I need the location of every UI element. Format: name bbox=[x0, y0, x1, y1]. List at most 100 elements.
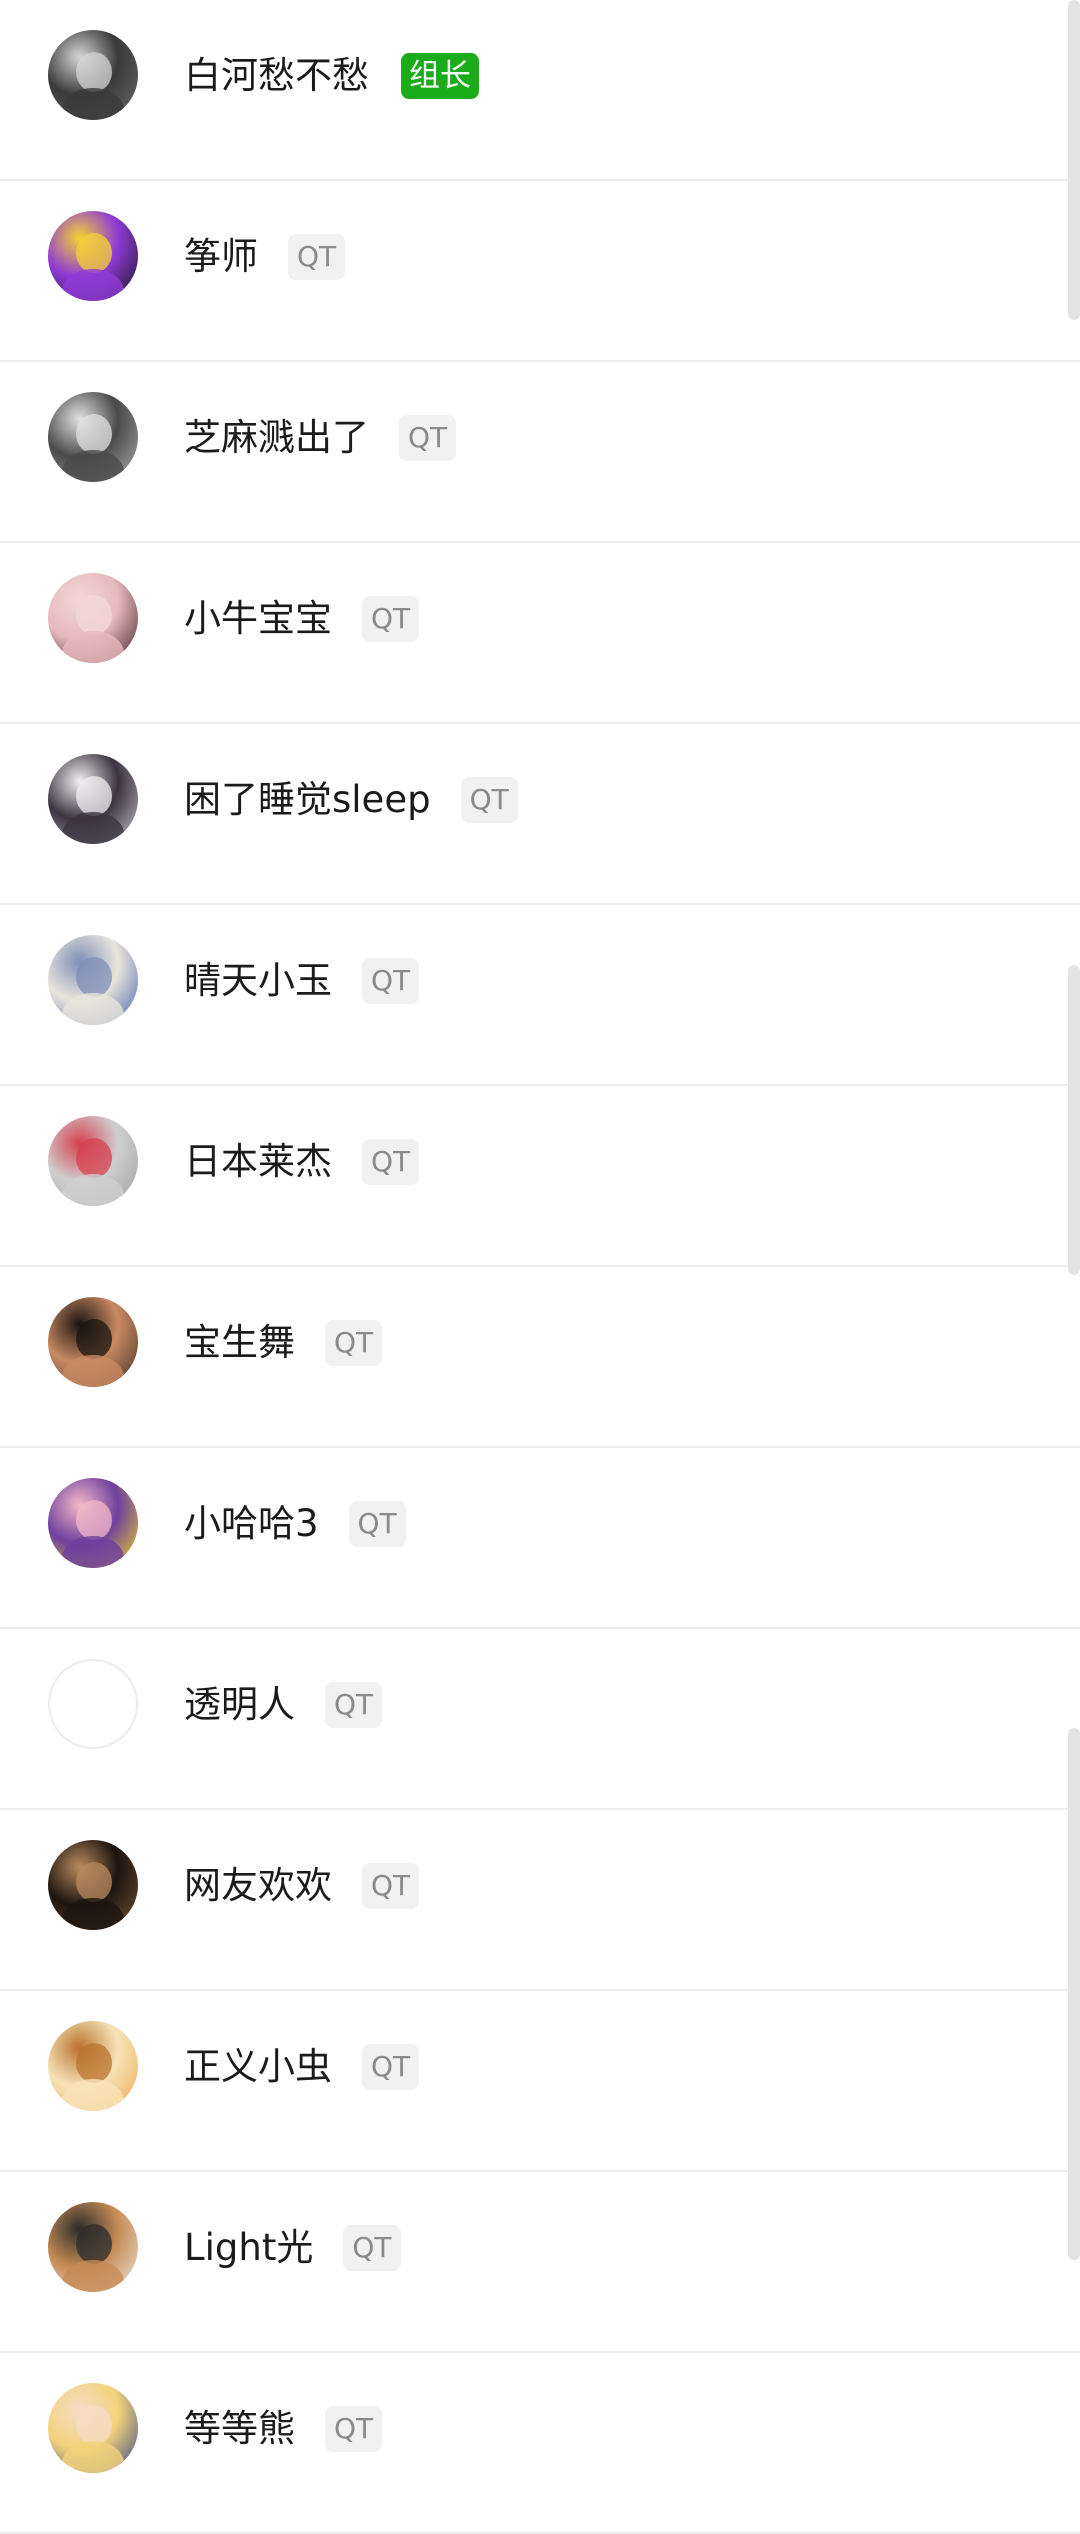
member-name[interactable]: 网友欢欢 bbox=[184, 1862, 332, 1910]
avatar-detail-icon bbox=[62, 2441, 124, 2473]
member-name-line: 晴天小玉 QT bbox=[184, 957, 420, 1005]
avatar-anime-icon[interactable] bbox=[48, 2383, 138, 2473]
avatar-detail-icon bbox=[76, 1319, 112, 1359]
avatar-detail-icon bbox=[76, 2224, 112, 2264]
qt-badge: QT bbox=[362, 2044, 420, 2090]
avatar-detail-icon bbox=[76, 414, 112, 454]
member-name-line: 芝麻溅出了 QT bbox=[184, 414, 457, 462]
avatar-photo-icon[interactable] bbox=[48, 1116, 138, 1206]
avatar-detail-icon bbox=[76, 1138, 112, 1178]
member-name[interactable]: 正义小虫 bbox=[184, 2043, 332, 2091]
member-name-line: 宝生舞 QT bbox=[184, 1319, 383, 1367]
avatar-detail-icon bbox=[76, 595, 112, 635]
avatar-detail-icon bbox=[76, 233, 112, 273]
member-name[interactable]: 晴天小玉 bbox=[184, 957, 332, 1005]
member-row[interactable]: 困了睡觉sleep QT bbox=[0, 724, 1080, 905]
member-row[interactable]: 正义小虫 QT bbox=[0, 1991, 1080, 2172]
avatar-detail-icon bbox=[62, 2260, 124, 2292]
avatar-detail-icon bbox=[76, 1862, 112, 1902]
qt-badge: QT bbox=[288, 234, 346, 280]
member-name-line: 网友欢欢 QT bbox=[184, 1862, 420, 1910]
avatar-photo-icon[interactable] bbox=[48, 30, 138, 120]
qt-badge: QT bbox=[325, 1320, 383, 1366]
member-name-line: 白河愁不愁 组长 bbox=[184, 52, 479, 100]
avatar-detail-icon bbox=[62, 1355, 124, 1387]
member-name[interactable]: 筝师 bbox=[184, 233, 258, 281]
member-row[interactable]: 筝师 QT bbox=[0, 181, 1080, 362]
member-row[interactable]: Light光 QT bbox=[0, 2172, 1080, 2353]
qt-badge: QT bbox=[348, 1501, 406, 1547]
member-name-line: 日本莱杰 QT bbox=[184, 1138, 420, 1186]
member-name-line: 小哈哈3 QT bbox=[184, 1500, 406, 1548]
avatar-cartoon-icon[interactable] bbox=[48, 1478, 138, 1568]
qt-badge: QT bbox=[399, 415, 457, 461]
qt-badge: QT bbox=[362, 1863, 420, 1909]
member-row[interactable]: 白河愁不愁 组长 bbox=[0, 0, 1080, 181]
member-row[interactable]: 晴天小玉 QT bbox=[0, 905, 1080, 1086]
member-name[interactable]: 困了睡觉sleep bbox=[184, 776, 431, 824]
leader-badge: 组长 bbox=[401, 53, 479, 99]
member-name[interactable]: 芝麻溅出了 bbox=[184, 414, 369, 462]
qt-badge: QT bbox=[460, 777, 518, 823]
member-row[interactable]: 网友欢欢 QT bbox=[0, 1810, 1080, 1991]
qt-badge: QT bbox=[362, 596, 420, 642]
member-name[interactable]: 等等熊 bbox=[184, 2405, 295, 2453]
member-name[interactable]: 小牛宝宝 bbox=[184, 595, 332, 643]
member-name[interactable]: 日本莱杰 bbox=[184, 1138, 332, 1186]
avatar-cat-icon[interactable] bbox=[48, 2202, 138, 2292]
avatar-detail-icon bbox=[62, 1898, 124, 1930]
member-name[interactable]: 小哈哈3 bbox=[184, 1500, 319, 1548]
qt-badge: QT bbox=[362, 1139, 420, 1185]
avatar-detail-icon bbox=[62, 2079, 124, 2111]
avatar-photo-icon[interactable] bbox=[48, 392, 138, 482]
qt-badge: QT bbox=[325, 1682, 383, 1728]
avatar-detail-icon bbox=[62, 450, 124, 482]
member-row[interactable]: 日本莱杰 QT bbox=[0, 1086, 1080, 1267]
avatar-cartoon-icon[interactable] bbox=[48, 2021, 138, 2111]
member-name-line: Light光 QT bbox=[184, 2224, 401, 2272]
member-name-line: 透明人 QT bbox=[184, 1681, 383, 1729]
member-row[interactable]: 小哈哈3 QT bbox=[0, 1448, 1080, 1629]
avatar-blank-icon[interactable] bbox=[48, 1659, 138, 1749]
avatar-detail-icon bbox=[76, 2043, 112, 2083]
member-name[interactable]: Light光 bbox=[184, 2224, 313, 2272]
member-row[interactable]: 等等熊 QT bbox=[0, 2353, 1080, 2534]
scrollbar-segment[interactable] bbox=[1068, 0, 1080, 320]
avatar-detail-icon bbox=[62, 269, 124, 301]
member-name[interactable]: 白河愁不愁 bbox=[184, 52, 369, 100]
avatar-detail-icon bbox=[76, 2405, 112, 2445]
member-name[interactable]: 宝生舞 bbox=[184, 1319, 295, 1367]
avatar-photo-icon[interactable] bbox=[48, 573, 138, 663]
member-row[interactable]: 宝生舞 QT bbox=[0, 1267, 1080, 1448]
avatar-detail-icon bbox=[62, 631, 124, 663]
member-row[interactable]: 透明人 QT bbox=[0, 1629, 1080, 1810]
avatar-photo-icon[interactable] bbox=[48, 754, 138, 844]
member-row[interactable]: 芝麻溅出了 QT bbox=[0, 362, 1080, 543]
member-name-line: 小牛宝宝 QT bbox=[184, 595, 420, 643]
avatar-detail-icon bbox=[76, 52, 112, 92]
qt-badge: QT bbox=[362, 958, 420, 1004]
member-name-line: 正义小虫 QT bbox=[184, 2043, 420, 2091]
avatar-detail-icon bbox=[62, 1174, 124, 1206]
member-name[interactable]: 透明人 bbox=[184, 1681, 295, 1729]
member-name-line: 困了睡觉sleep QT bbox=[184, 776, 518, 824]
qt-badge: QT bbox=[325, 2406, 383, 2452]
avatar-detail-icon bbox=[62, 1536, 124, 1568]
avatar-photo-icon[interactable] bbox=[48, 1297, 138, 1387]
avatar-detail-icon bbox=[62, 88, 124, 120]
member-row[interactable]: 小牛宝宝 QT bbox=[0, 543, 1080, 724]
avatar-photo-icon[interactable] bbox=[48, 935, 138, 1025]
scrollbar-segment[interactable] bbox=[1068, 965, 1080, 1275]
member-name-line: 等等熊 QT bbox=[184, 2405, 383, 2453]
qt-badge: QT bbox=[343, 2225, 401, 2271]
avatar-detail-icon bbox=[62, 993, 124, 1025]
member-list: 白河愁不愁 组长 筝师 QT 芝麻溅出了 QT 小牛宝宝 QT 困了睡觉sleep QT 晴天小玉 Q… bbox=[0, 0, 1080, 2534]
avatar-detail-icon bbox=[62, 812, 124, 844]
avatar-detail-icon bbox=[76, 957, 112, 997]
scrollbar-segment[interactable] bbox=[1068, 1728, 1080, 2260]
member-name-line: 筝师 QT bbox=[184, 233, 346, 281]
avatar-detail-icon bbox=[76, 1500, 112, 1540]
avatar-detail-icon bbox=[76, 776, 112, 816]
avatar-dog-icon[interactable] bbox=[48, 1840, 138, 1930]
avatar-cartoon-icon[interactable] bbox=[48, 211, 138, 301]
